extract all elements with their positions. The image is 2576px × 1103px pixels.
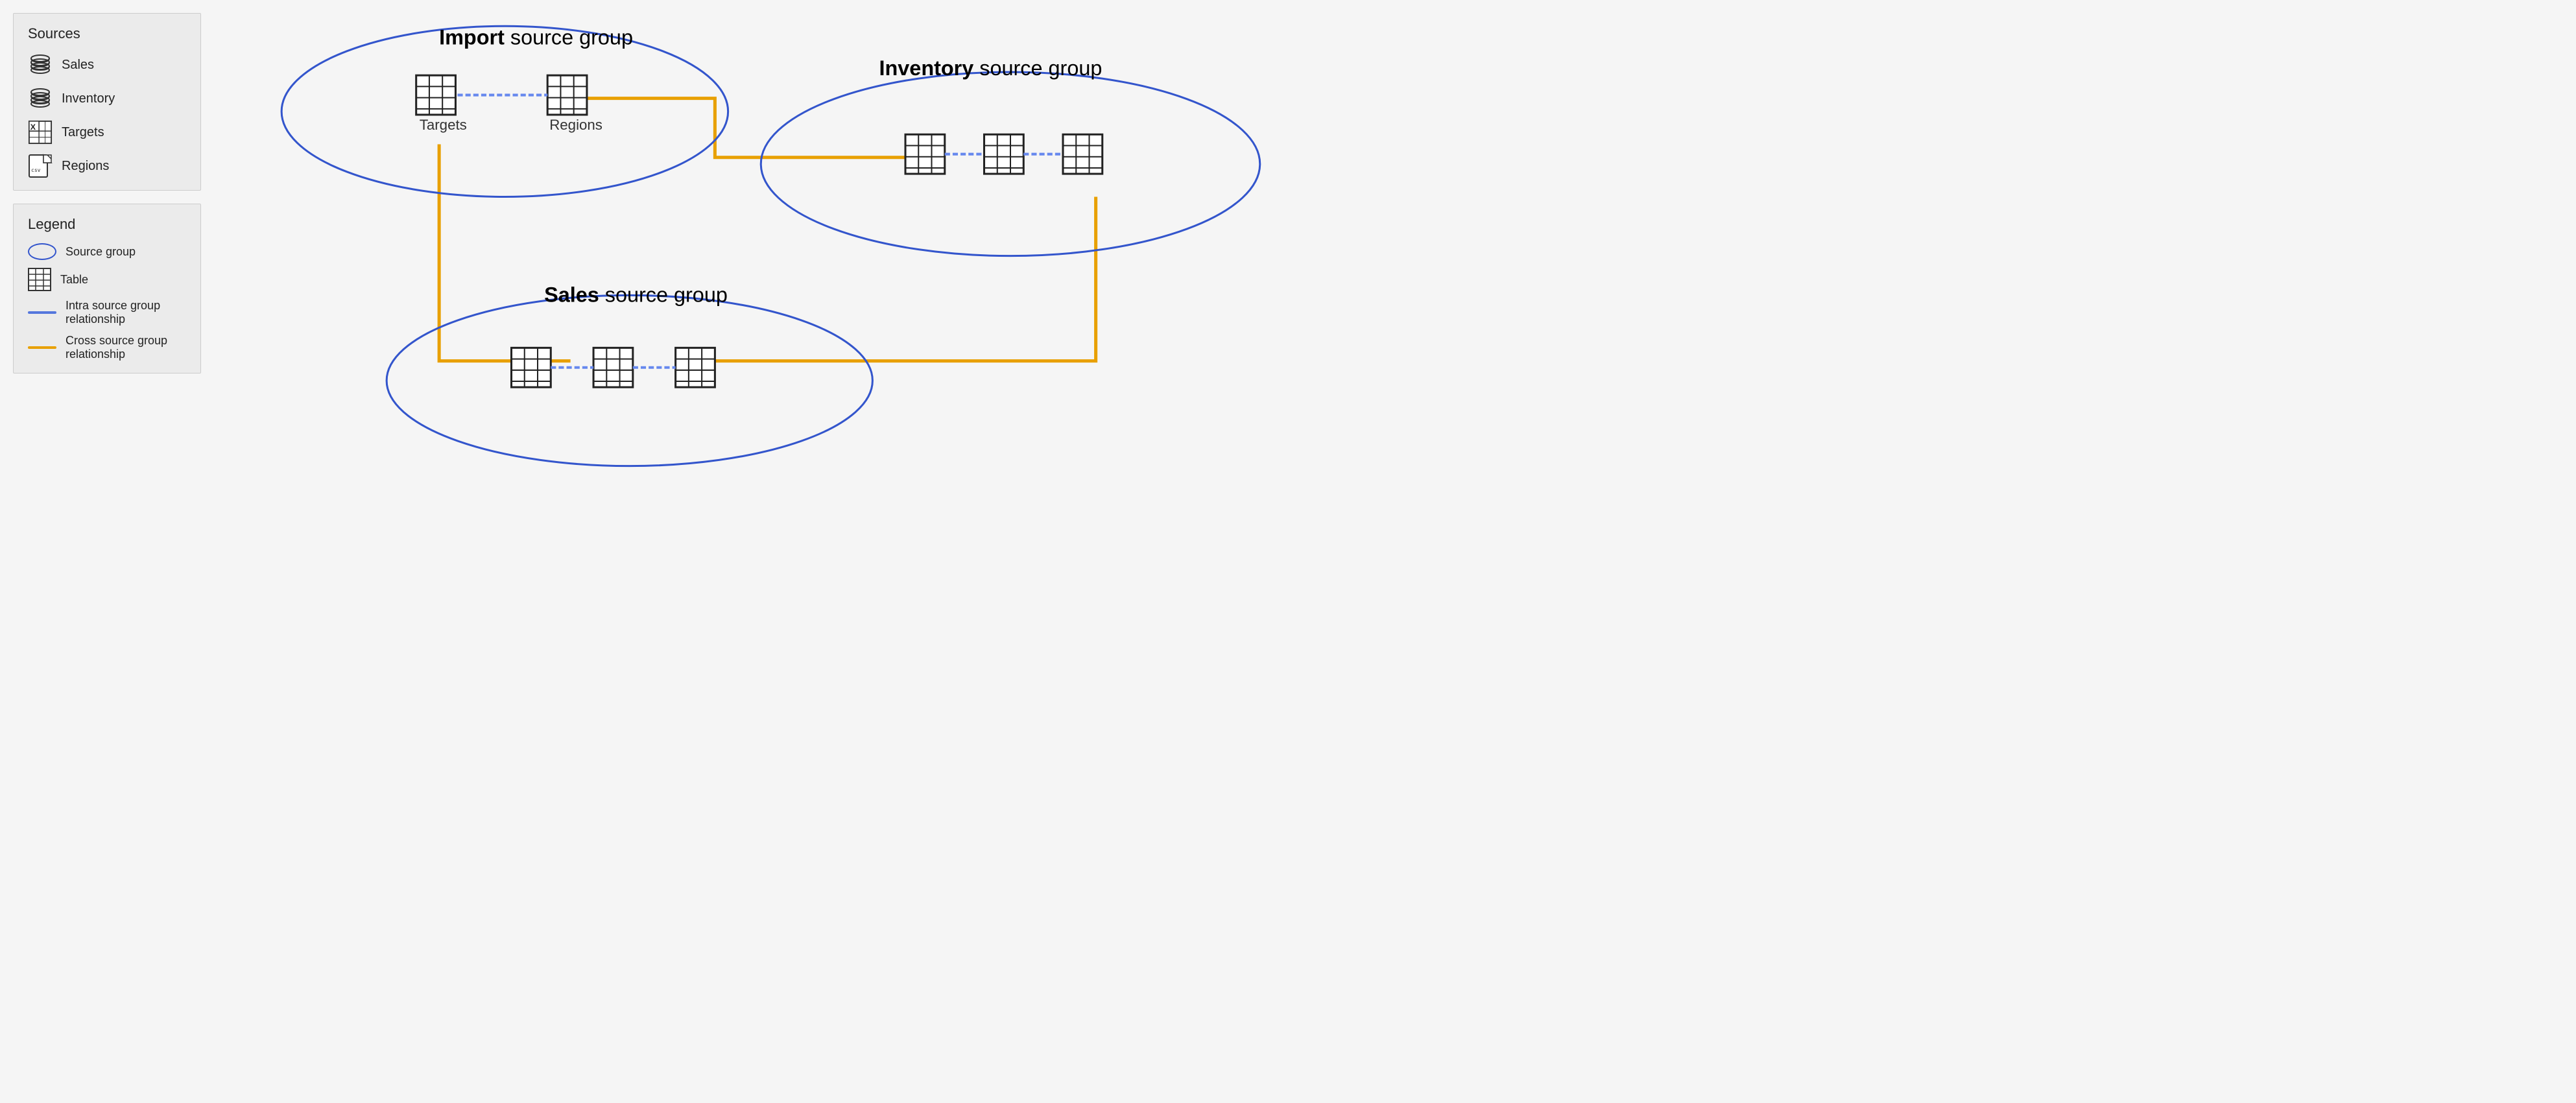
sales-table-1 (512, 348, 551, 387)
diagram-svg: Import source group Targets Regions (221, 13, 1275, 538)
import-label: Import source group (439, 26, 633, 49)
table-icon-legend (28, 268, 51, 291)
gold-line-icon (28, 346, 56, 349)
diagram-area: Import source group Targets Regions (221, 13, 1275, 538)
legend-title: Legend (28, 216, 186, 233)
sources-box: Sources Sales (13, 13, 201, 191)
legend-source-group: Source group (28, 243, 186, 260)
source-item-targets: X Targets (28, 120, 186, 145)
left-panel: Sources Sales (13, 13, 201, 374)
legend-intra: Intra source group relationship (28, 299, 186, 326)
targets-label-import: Targets (420, 117, 467, 133)
legend-cross-label: Cross source group relationship (66, 334, 186, 361)
source-label-sales: Sales (62, 58, 94, 73)
excel-icon-targets: X (28, 120, 53, 145)
legend-cross: Cross source group relationship (28, 334, 186, 361)
blue-line-icon (28, 311, 56, 314)
svg-text:X: X (30, 123, 36, 132)
legend-table: Table (28, 268, 186, 291)
sources-title: Sources (28, 25, 186, 42)
source-item-inventory: Inventory (28, 86, 186, 111)
source-item-sales: Sales (28, 53, 186, 77)
legend-source-group-label: Source group (66, 245, 136, 259)
sales-table-3 (676, 348, 715, 387)
inv-table-3 (1063, 134, 1103, 174)
cross-line-targets-sales (439, 145, 571, 361)
regions-label-import: Regions (549, 117, 602, 133)
ellipse-icon (28, 243, 56, 260)
inv-table-1 (905, 134, 945, 174)
database-icon-sales (28, 53, 53, 77)
legend-table-label: Table (60, 273, 88, 287)
legend-box: Legend Source group Table Intra source g… (13, 204, 201, 374)
source-label-targets: Targets (62, 125, 104, 140)
legend-intra-label: Intra source group relationship (66, 299, 186, 326)
inventory-label: Inventory source group (879, 56, 1103, 80)
regions-table-import (547, 75, 587, 115)
database-icon-inventory (28, 86, 53, 111)
import-group-ellipse (281, 26, 728, 196)
sales-table-2 (593, 348, 633, 387)
source-label-inventory: Inventory (62, 91, 115, 106)
sales-label: Sales source group (544, 283, 728, 307)
cross-line-regions-inventory (577, 99, 912, 158)
targets-table-import (416, 75, 456, 115)
inv-table-2 (984, 134, 1024, 174)
source-item-regions: csv Regions (28, 154, 186, 178)
svg-text:csv: csv (31, 167, 41, 173)
cross-line-sales-inventory (715, 197, 1095, 361)
source-label-regions: Regions (62, 159, 109, 174)
csv-icon-regions: csv (28, 154, 53, 178)
